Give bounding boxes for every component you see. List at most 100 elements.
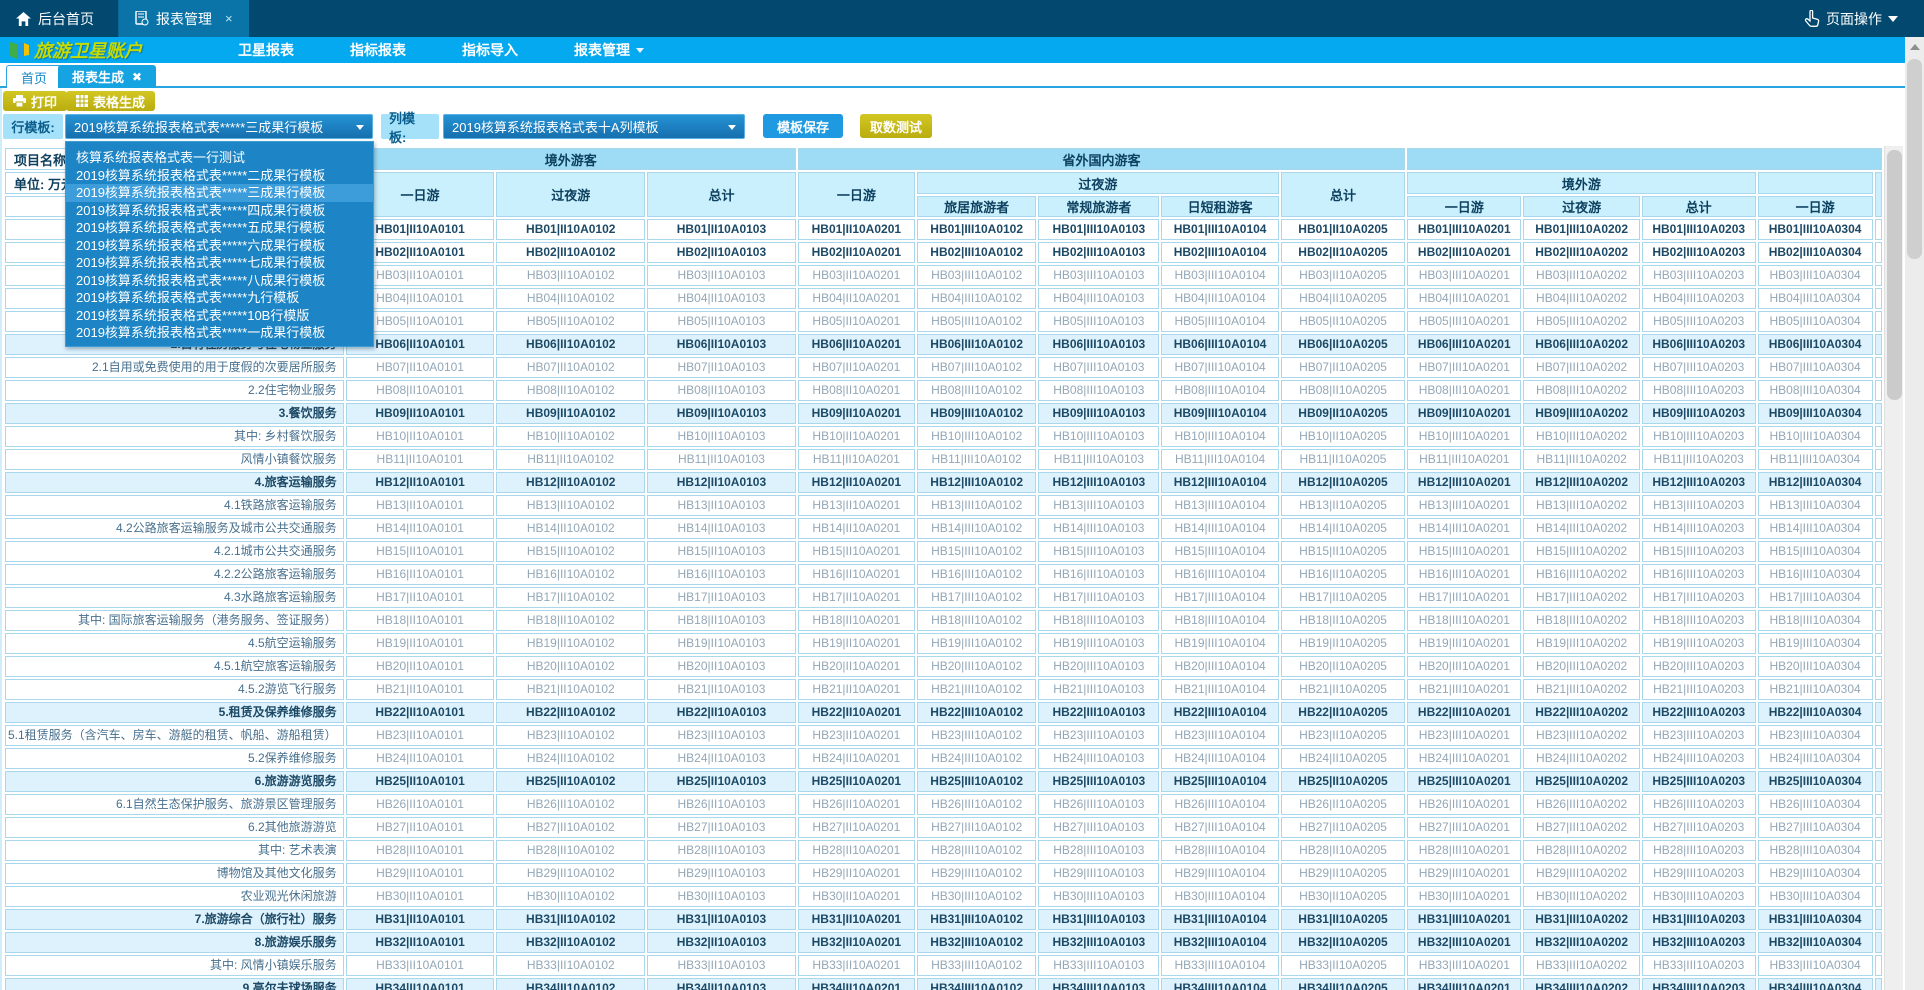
data-cell[interactable]: HB24|II10A0201 (798, 748, 915, 769)
data-cell[interactable]: HB25|II10A0205 (1281, 771, 1405, 792)
data-cell[interactable]: HB24|III10A0304 (1758, 748, 1873, 769)
data-cell[interactable]: HB34|III10A0104 (1161, 978, 1279, 990)
data-cell[interactable]: HB24|III10A0104 (1161, 748, 1279, 769)
data-cell[interactable]: HB05|III10A0104 (1161, 311, 1279, 332)
data-cell[interactable]: HB03|III10A0304 (1758, 265, 1873, 286)
dropdown-option[interactable]: 2019核算系统报表格式表*****10B行模版 (66, 307, 373, 325)
data-cell[interactable]: HB28|II10A0205 (1281, 840, 1405, 861)
dropdown-option[interactable]: 2019核算系统报表格式表*****一成果行模板 (66, 324, 373, 342)
data-cell[interactable]: HB33|III10A0102 (917, 955, 1037, 976)
data-cell[interactable]: HB28|II10A0101 (346, 840, 495, 861)
data-cell[interactable]: HB07|II10A0103 (647, 357, 796, 378)
data-cell[interactable]: HB04|III10A0304 (1758, 288, 1873, 309)
data-cell[interactable]: HB03|III10A0201 (1407, 265, 1521, 286)
data-cell[interactable]: HB07|II10A0205 (1281, 357, 1405, 378)
scrollbar-thumb[interactable] (1907, 59, 1922, 259)
data-cell[interactable]: HB25|III10A0103 (1038, 771, 1159, 792)
data-cell[interactable]: HB16|III10A0201 (1407, 564, 1521, 585)
data-cell[interactable]: HB04|II10A0201 (798, 288, 915, 309)
data-cell[interactable]: HB15|II10A0201 (798, 541, 915, 562)
data-cell[interactable]: HB02|III10A0304 (1758, 242, 1873, 263)
data-cell[interactable]: HB25|III10A0203 (1642, 771, 1756, 792)
data-cell[interactable]: HB18|III10A0202 (1523, 610, 1639, 631)
data-cell[interactable]: HB14|III10A0102 (917, 518, 1037, 539)
data-cell[interactable]: HB28|II10A0103 (647, 840, 796, 861)
data-cell[interactable]: HB10|III10A0201 (1407, 426, 1521, 447)
data-cell[interactable]: HB31|II10A0103 (647, 909, 796, 930)
data-cell[interactable]: HB14|II10A0101 (346, 518, 495, 539)
data-cell[interactable]: HB15|III10A0202 (1523, 541, 1639, 562)
data-cell[interactable]: HB19|III10A0103 (1038, 633, 1159, 654)
data-cell[interactable]: HB10|II10A0102 (496, 426, 645, 447)
data-cell[interactable]: HB34|III10A0304 (1758, 978, 1873, 990)
data-cell[interactable]: HB27|III10A0202 (1523, 817, 1639, 838)
data-cell[interactable]: HB09|II10A0101 (346, 403, 495, 424)
data-cell[interactable]: HB08|III10A0103 (1038, 380, 1159, 401)
data-cell[interactable]: HB17|II10A0205 (1281, 587, 1405, 608)
data-cell[interactable]: HB29|II10A0201 (798, 863, 915, 884)
col-template-select[interactable]: 2019核算系统报表格式表十A列模板 (443, 114, 745, 139)
save-template-button[interactable]: 模板保存 (763, 114, 843, 138)
data-cell[interactable]: HB09|II10A0103 (647, 403, 796, 424)
data-cell[interactable]: HB11|II10A0101 (346, 449, 495, 470)
scrollbar-thumb[interactable] (1887, 150, 1902, 400)
data-cell[interactable]: HB17|III10A0102 (917, 587, 1037, 608)
data-cell[interactable]: HB15|III10A0103 (1038, 541, 1159, 562)
data-cell[interactable]: HB34|III10A0103 (1038, 978, 1159, 990)
data-cell[interactable]: HB05|III10A0201 (1407, 311, 1521, 332)
data-cell[interactable]: HB03|III10A0104 (1161, 265, 1279, 286)
data-cell[interactable]: HB30|II10A0201 (798, 886, 915, 907)
data-cell[interactable]: HB13|III10A0304 (1758, 495, 1873, 516)
data-cell[interactable]: HB07|III10A0201 (1407, 357, 1521, 378)
data-cell[interactable]: HB12|III10A0104 (1161, 472, 1279, 493)
data-cell[interactable]: HB03|II10A0102 (496, 265, 645, 286)
data-cell[interactable]: HB10|III10A0103 (1038, 426, 1159, 447)
data-cell[interactable]: HB21|III10A0103 (1038, 679, 1159, 700)
data-cell[interactable]: HB04|III10A0203 (1642, 288, 1756, 309)
dropdown-option[interactable]: 2019核算系统报表格式表*****七成果行模板 (66, 254, 373, 272)
data-cell[interactable]: HB02|II10A0201 (798, 242, 915, 263)
data-cell[interactable]: HB15|III10A0104 (1161, 541, 1279, 562)
data-cell[interactable]: HB22|III10A0102 (917, 702, 1037, 723)
data-cell[interactable]: HB25|II10A0102 (496, 771, 645, 792)
data-cell[interactable]: HB15|II10A0101 (346, 541, 495, 562)
data-cell[interactable]: HB28|III10A0201 (1407, 840, 1521, 861)
data-cell[interactable]: HB11|III10A0304 (1758, 449, 1873, 470)
data-cell[interactable]: HB32|III10A0102 (917, 932, 1037, 953)
data-cell[interactable]: HB21|II10A0103 (647, 679, 796, 700)
data-cell[interactable]: HB20|II10A0102 (496, 656, 645, 677)
data-cell[interactable]: HB16|II10A0103 (647, 564, 796, 585)
data-cell[interactable]: HB32|II10A0101 (346, 932, 495, 953)
data-cell[interactable]: HB08|II10A0101 (346, 380, 495, 401)
data-cell[interactable]: HB05|II10A0205 (1281, 311, 1405, 332)
data-cell[interactable]: HB24|III10A0201 (1407, 748, 1521, 769)
data-cell[interactable]: HB20|II10A0201 (798, 656, 915, 677)
data-cell[interactable]: HB11|III10A0104 (1161, 449, 1279, 470)
data-cell[interactable]: HB22|III10A0203 (1642, 702, 1756, 723)
data-cell[interactable]: HB22|II10A0103 (647, 702, 796, 723)
data-cell[interactable]: HB27|III10A0103 (1038, 817, 1159, 838)
data-cell[interactable]: HB18|II10A0205 (1281, 610, 1405, 631)
data-cell[interactable]: HB07|II10A0102 (496, 357, 645, 378)
tab-report-generation[interactable]: 报表生成 ✖ (58, 65, 156, 88)
data-cell[interactable]: HB08|II10A0201 (798, 380, 915, 401)
data-cell[interactable]: HB29|II10A0103 (647, 863, 796, 884)
data-cell[interactable]: HB11|III10A0102 (917, 449, 1037, 470)
data-cell[interactable]: HB29|III10A0304 (1758, 863, 1873, 884)
data-cell[interactable]: HB02|III10A0104 (1161, 242, 1279, 263)
data-cell[interactable]: HB27|III10A0201 (1407, 817, 1521, 838)
close-icon[interactable]: × (225, 11, 233, 26)
data-cell[interactable]: HB23|II10A0205 (1281, 725, 1405, 746)
data-cell[interactable]: HB18|II10A0102 (496, 610, 645, 631)
data-cell[interactable]: HB33|III10A0103 (1038, 955, 1159, 976)
data-cell[interactable]: HB34|III10A0202 (1523, 978, 1639, 990)
data-cell[interactable]: HB06|II10A0103 (647, 334, 796, 355)
data-cell[interactable]: HB08|III10A0201 (1407, 380, 1521, 401)
data-cell[interactable]: HB23|II10A0102 (496, 725, 645, 746)
data-cell[interactable]: HB07|III10A0104 (1161, 357, 1279, 378)
data-cell[interactable]: HB31|III10A0201 (1407, 909, 1521, 930)
data-cell[interactable]: HB08|III10A0304 (1758, 380, 1873, 401)
data-cell[interactable]: HB23|III10A0201 (1407, 725, 1521, 746)
data-cell[interactable]: HB29|III10A0202 (1523, 863, 1639, 884)
data-cell[interactable]: HB18|II10A0201 (798, 610, 915, 631)
